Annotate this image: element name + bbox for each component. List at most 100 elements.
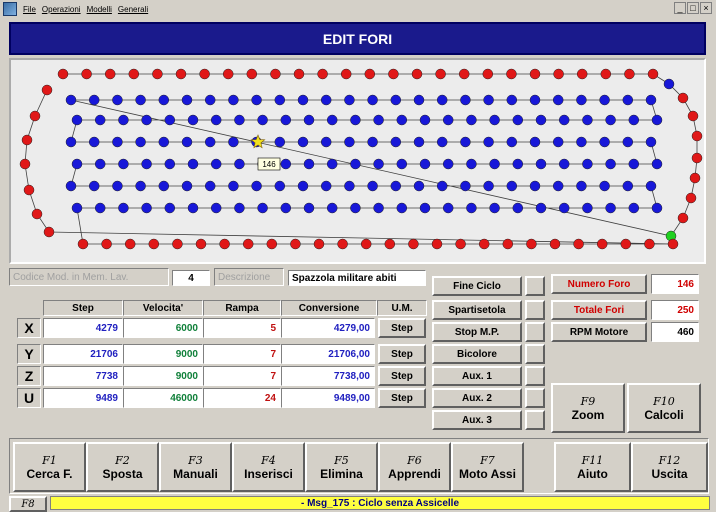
menu-file[interactable]: File bbox=[23, 5, 36, 14]
fkey-f2-button[interactable]: F2 Sposta bbox=[86, 442, 159, 492]
hole-marker[interactable] bbox=[512, 202, 524, 214]
hole-marker[interactable] bbox=[689, 172, 701, 184]
hole-marker[interactable] bbox=[43, 226, 55, 238]
hole-marker[interactable] bbox=[242, 238, 254, 250]
hole-marker[interactable] bbox=[88, 136, 100, 148]
velocita-field[interactable]: 46000 bbox=[123, 388, 203, 408]
hole-marker[interactable] bbox=[622, 180, 634, 192]
aux1-button[interactable]: Aux. 1 bbox=[432, 366, 522, 386]
hole-marker[interactable] bbox=[104, 68, 116, 80]
hole-marker[interactable] bbox=[320, 94, 332, 106]
hole-marker[interactable] bbox=[535, 158, 547, 170]
hole-marker[interactable] bbox=[628, 114, 640, 126]
fkey-f12-button[interactable]: F12 Uscita bbox=[631, 442, 708, 492]
hole-marker[interactable] bbox=[506, 94, 518, 106]
hole-marker[interactable] bbox=[77, 238, 89, 250]
hole-marker[interactable] bbox=[506, 136, 518, 148]
close-button[interactable]: × bbox=[700, 2, 712, 14]
hole-marker[interactable] bbox=[651, 114, 663, 126]
hole-marker[interactable] bbox=[526, 238, 537, 250]
hole-marker[interactable] bbox=[128, 68, 140, 80]
menu-generali[interactable]: Generali bbox=[118, 5, 148, 14]
hole-marker[interactable] bbox=[290, 238, 301, 250]
hole-marker[interactable] bbox=[350, 202, 361, 214]
hole-marker[interactable] bbox=[600, 68, 612, 80]
um-button[interactable]: Step bbox=[378, 388, 426, 408]
hole-marker[interactable] bbox=[320, 136, 332, 148]
hole-marker[interactable] bbox=[419, 158, 431, 170]
step-field[interactable]: 4279 bbox=[43, 318, 123, 338]
fine-ciclo-button[interactable]: Fine Ciclo bbox=[432, 276, 522, 296]
hole-marker[interactable] bbox=[340, 68, 352, 80]
hole-marker[interactable] bbox=[558, 202, 570, 214]
hole-marker[interactable] bbox=[677, 92, 689, 104]
hole-marker[interactable] bbox=[599, 180, 610, 192]
hole-marker[interactable] bbox=[685, 192, 697, 204]
aux3-toggle[interactable] bbox=[525, 410, 545, 430]
codice-field[interactable]: 4 bbox=[172, 270, 210, 286]
hole-marker[interactable] bbox=[677, 212, 689, 224]
hole-marker[interactable] bbox=[228, 180, 239, 192]
stop-mp-button[interactable]: Stop M.P. bbox=[432, 322, 522, 342]
hole-marker[interactable] bbox=[576, 94, 587, 106]
hole-marker[interactable] bbox=[466, 158, 477, 170]
hole-marker[interactable] bbox=[344, 180, 355, 192]
step-field[interactable]: 7738 bbox=[43, 366, 123, 386]
fkey-f7-button[interactable]: F7 Moto Assi bbox=[451, 442, 524, 492]
aux3-button[interactable]: Aux. 3 bbox=[432, 410, 522, 430]
hole-marker[interactable] bbox=[482, 68, 494, 80]
hole-marker[interactable] bbox=[344, 94, 355, 106]
hole-marker[interactable] bbox=[663, 78, 675, 90]
hole-marker[interactable] bbox=[219, 238, 230, 250]
hole-marker[interactable] bbox=[251, 180, 262, 192]
hole-marker[interactable] bbox=[257, 202, 268, 214]
hole-marker[interactable] bbox=[71, 158, 83, 170]
hole-marker[interactable] bbox=[148, 238, 160, 250]
hole-marker[interactable] bbox=[576, 68, 588, 80]
hole-marker[interactable] bbox=[181, 94, 193, 106]
hole-marker[interactable] bbox=[460, 136, 471, 148]
hole-marker[interactable] bbox=[19, 158, 31, 170]
hole-marker[interactable] bbox=[436, 180, 448, 192]
hole-marker[interactable] bbox=[419, 114, 431, 126]
hole-marker[interactable] bbox=[337, 238, 348, 250]
hole-marker[interactable] bbox=[187, 158, 199, 170]
hole-marker[interactable] bbox=[303, 202, 315, 214]
hole-marker[interactable] bbox=[384, 238, 396, 250]
hole-marker[interactable] bbox=[88, 94, 100, 106]
rampa-field[interactable]: 7 bbox=[203, 344, 281, 364]
hole-marker[interactable] bbox=[455, 238, 466, 250]
hole-marker[interactable] bbox=[667, 238, 679, 250]
hole-marker[interactable] bbox=[187, 202, 199, 214]
fkey-f3-button[interactable]: F3 Manuali bbox=[159, 442, 232, 492]
um-button[interactable]: Step bbox=[378, 344, 426, 364]
conversione-field[interactable]: 9489,00 bbox=[281, 388, 375, 408]
hole-marker[interactable] bbox=[512, 114, 524, 126]
hole-marker[interactable] bbox=[647, 68, 659, 80]
hole-marker[interactable] bbox=[135, 94, 146, 106]
stop-mp-toggle[interactable] bbox=[525, 322, 545, 342]
hole-marker[interactable] bbox=[651, 158, 663, 170]
hole-marker[interactable] bbox=[373, 158, 384, 170]
hole-marker[interactable] bbox=[466, 114, 477, 126]
conversione-field[interactable]: 4279,00 bbox=[281, 318, 375, 338]
hole-marker[interactable] bbox=[181, 180, 193, 192]
hole-marker[interactable] bbox=[158, 94, 170, 106]
hole-marker[interactable] bbox=[274, 180, 286, 192]
step-field[interactable]: 21706 bbox=[43, 344, 123, 364]
hole-map-svg[interactable]: 146 bbox=[11, 60, 704, 262]
hole-marker[interactable] bbox=[458, 68, 470, 80]
hole-marker[interactable] bbox=[350, 114, 361, 126]
aux2-toggle[interactable] bbox=[525, 388, 545, 408]
hole-marker[interactable] bbox=[94, 114, 106, 126]
hole-marker[interactable] bbox=[326, 202, 338, 214]
hole-marker[interactable] bbox=[257, 114, 268, 126]
hole-marker[interactable] bbox=[280, 114, 292, 126]
hole-marker[interactable] bbox=[297, 180, 309, 192]
hole-marker[interactable] bbox=[367, 94, 378, 106]
hole-marker[interactable] bbox=[94, 158, 106, 170]
hole-marker[interactable] bbox=[31, 208, 43, 220]
hole-marker[interactable] bbox=[280, 158, 292, 170]
hole-marker[interactable] bbox=[280, 202, 292, 214]
hole-marker[interactable] bbox=[502, 238, 514, 250]
